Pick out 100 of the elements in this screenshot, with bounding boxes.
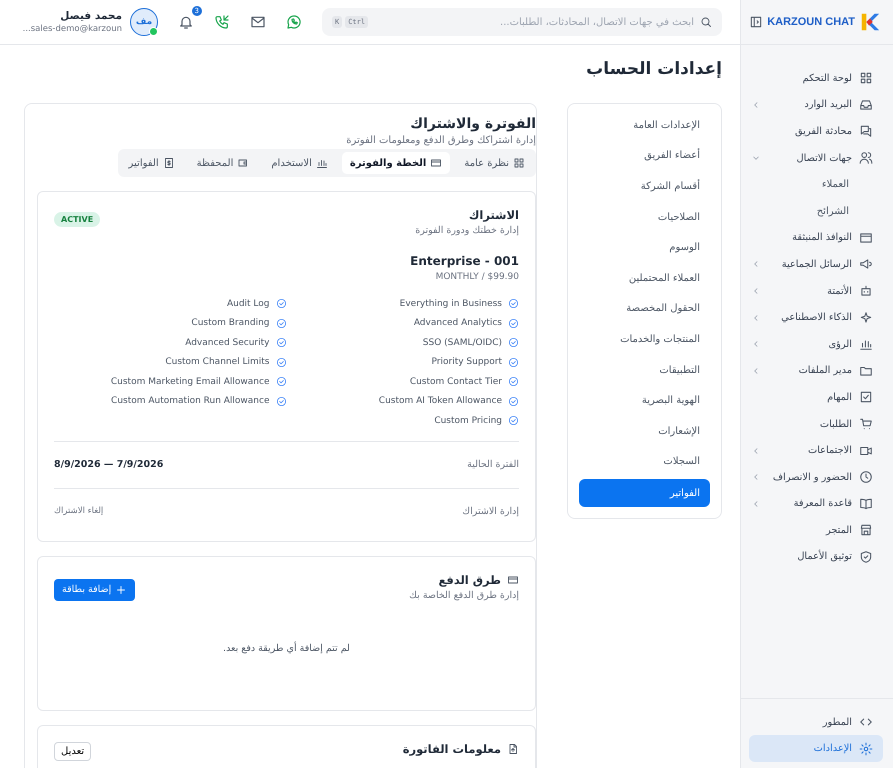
page-title: إعدادات الحساب: [585, 59, 722, 79]
nav-item[interactable]: الذكاء الاصطناعي: [749, 304, 883, 331]
nav-item[interactable]: جهات الاتصال: [749, 144, 883, 172]
settings-menu-item[interactable]: الحقول المخصصة: [579, 294, 710, 324]
settings-menu-item[interactable]: أعضاء الفريق: [579, 140, 710, 172]
edit-button[interactable]: تعديل: [54, 742, 92, 760]
feature-label: SSO (SAML/OIDC): [422, 338, 502, 348]
search-icon: [700, 16, 712, 28]
card-title: طرق الدفع: [438, 572, 501, 586]
nav-item[interactable]: الطلبات: [749, 410, 883, 438]
window-icon: [859, 230, 873, 245]
settings-menu-item[interactable]: الهوية البصرية: [579, 385, 710, 416]
section-title: الفوترة والاشتراك: [409, 116, 536, 132]
settings-menu-item[interactable]: الفواتير: [579, 479, 710, 508]
whatsapp-icon[interactable]: [286, 14, 302, 30]
user-avatar[interactable]: مف: [130, 8, 158, 36]
grid-icon: [513, 157, 525, 169]
store-icon: [859, 523, 873, 538]
plan-name: Enterprise - 001: [409, 254, 519, 268]
nav-item[interactable]: المتجر: [749, 517, 883, 544]
feature-label: Custom Automation Run Allowance: [111, 396, 270, 406]
tab[interactable]: الاستخدام: [263, 152, 336, 174]
cancel-link[interactable]: إلغاء الاشتراك: [54, 506, 104, 516]
empty-message: لم تتم إضافة أي طريقة دفع بعد.: [222, 640, 351, 656]
nav-item[interactable]: البريد الوارد: [749, 92, 883, 118]
settings-menu-item[interactable]: الإشعارات: [579, 416, 710, 447]
chart-icon: [316, 157, 328, 169]
nav-item[interactable]: الرؤى: [749, 330, 883, 358]
bell-icon[interactable]: [178, 14, 194, 30]
card-title: معلومات الفاتورة: [402, 742, 501, 756]
tab[interactable]: الفواتير: [120, 152, 183, 174]
tab[interactable]: الخطة والفوترة: [342, 152, 450, 174]
users-icon: [859, 151, 873, 166]
settings-menu-item[interactable]: الإعدادات العامة: [579, 110, 710, 141]
feature-label: Advanced Analytics: [414, 318, 502, 328]
settings-menu-item[interactable]: التطبيقات: [579, 354, 710, 386]
phone-icon[interactable]: [214, 14, 230, 30]
logo-icon: [859, 11, 881, 33]
feature-label: Custom Channel Limits: [165, 357, 270, 368]
megaphone-icon: [859, 257, 873, 272]
inbox-icon: [859, 98, 873, 112]
feature-label: Custom AI Token Allowance: [378, 396, 502, 406]
nav-item[interactable]: الاجتماعات: [749, 437, 883, 464]
period-label: الفترة الحالية: [467, 458, 519, 470]
feature-label: Custom Marketing Email Allowance: [110, 376, 270, 387]
feature-label: Custom Contact Tier: [410, 376, 502, 387]
period-value: 8/9/2026 — 7/9/2026: [54, 458, 164, 470]
nav-item[interactable]: لوحة التحكم: [749, 65, 883, 92]
brand-name: KARZOUN CHAT: [767, 16, 855, 28]
card-icon: [507, 574, 519, 586]
shield-icon: [859, 550, 873, 564]
tab[interactable]: المحفظة: [188, 152, 258, 174]
feature-label: Custom Branding: [191, 318, 270, 328]
add-card-button[interactable]: إضافة بطاقة: [54, 578, 136, 600]
mail-icon[interactable]: [250, 14, 266, 30]
settings-menu-item[interactable]: العملاء المحتملين: [579, 262, 710, 294]
grid-icon: [859, 71, 873, 86]
nav-subitem[interactable]: العملاء: [749, 171, 883, 198]
checkbox-icon: [859, 390, 873, 404]
plan-price: MONTHLY / $99.90: [434, 272, 519, 282]
book-icon: [859, 496, 873, 511]
cart-icon: [859, 417, 873, 432]
nav-item[interactable]: الحضور و الانصراف: [749, 464, 883, 490]
nav-item[interactable]: قاعدة المعرفة: [749, 490, 883, 518]
user-name: محمد فيصل: [59, 10, 122, 22]
settings-menu-item[interactable]: الوسوم: [579, 232, 710, 263]
card-subtitle: إدارة طرق الدفع الخاصة بك: [409, 590, 519, 600]
settings-menu-item[interactable]: الصلاحيات: [579, 202, 710, 232]
nav-item[interactable]: الرسائل الجماعية: [749, 251, 883, 278]
nav-item[interactable]: المهام: [749, 384, 883, 411]
nav-item[interactable]: المطور: [749, 708, 883, 736]
status-badge: ACTIVE: [54, 212, 100, 227]
nav-item[interactable]: محادثة الفريق: [749, 118, 883, 145]
chat-icon: [859, 124, 873, 138]
card-subtitle: إدارة خطتك ودورة الفوترة: [415, 225, 519, 236]
receipt-icon: [162, 157, 175, 169]
nav-item[interactable]: مدير الملفات: [749, 358, 883, 384]
clock-icon: [859, 470, 873, 484]
feature-label: Advanced Security: [185, 338, 270, 348]
settings-menu-item[interactable]: أقسام الشركة: [579, 171, 710, 202]
nav-item[interactable]: الأتمتة: [749, 278, 883, 304]
settings-menu-item[interactable]: السجلات: [579, 446, 710, 478]
bot-icon: [859, 284, 873, 298]
feature-label: Everything in Business: [400, 298, 502, 309]
section-subtitle: إدارة اشتراكك وطرق الدفع ومعلومات الفوترة: [345, 135, 536, 146]
wallet-icon: [237, 157, 250, 169]
feature-label: Audit Log: [226, 298, 270, 309]
nav-item[interactable]: الإعدادات: [749, 735, 883, 762]
sidebar-toggle-icon[interactable]: [749, 15, 763, 29]
tab[interactable]: نظرة عامة: [456, 152, 533, 174]
nav-item[interactable]: النوافذ المنبثقة: [749, 224, 883, 252]
feature-label: Custom Pricing: [434, 416, 502, 426]
nav-subitem[interactable]: الشرائح: [749, 198, 883, 225]
nav-item[interactable]: توثيق الأعمال: [749, 544, 883, 570]
settings-menu-item[interactable]: المنتجات والخدمات: [579, 324, 710, 355]
card-title: الاشتراك: [468, 208, 519, 222]
sparkle-icon: [859, 310, 873, 325]
file-icon: [507, 742, 519, 754]
feature-label: Priority Support: [432, 357, 502, 368]
user-email: sales-demo@karzoun...: [22, 24, 122, 34]
